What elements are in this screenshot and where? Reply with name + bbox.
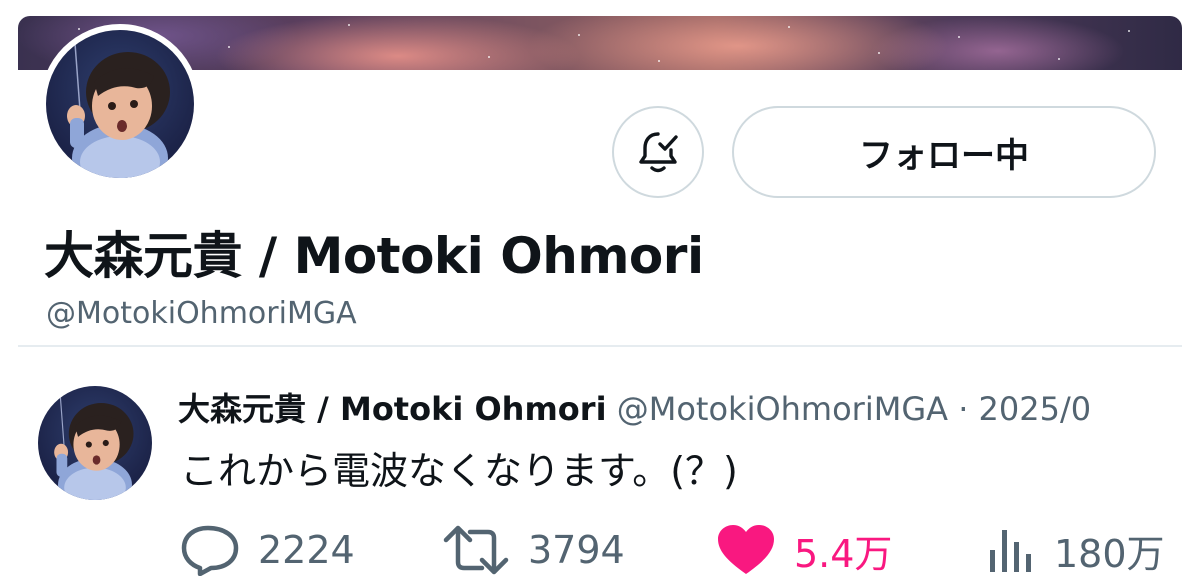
like-count: 5.4万: [794, 531, 893, 576]
views-button[interactable]: 180万: [984, 520, 1165, 580]
profile-avatar[interactable]: [40, 24, 200, 184]
retweet-count: 3794: [528, 528, 625, 572]
notification-bell-button[interactable]: [612, 106, 704, 198]
bell-check-icon: [639, 132, 678, 173]
like-button[interactable]: 5.4万: [716, 520, 892, 580]
analytics-bar-icon: [990, 530, 1031, 572]
tweet-author-name[interactable]: 大森元貴 / Motoki Ohmori: [178, 390, 607, 428]
heart-filled-icon: [718, 525, 774, 574]
reply-count: 2224: [258, 528, 355, 572]
following-button-label: フォロー中: [859, 135, 1029, 176]
tweet-text: これから電波なくなります。(？): [180, 449, 738, 493]
reply-button[interactable]: 2224: [180, 520, 355, 580]
section-divider: [18, 345, 1182, 347]
tweet-header: 大森元貴 / Motoki Ohmori @MotokiOhmoriMGA · …: [178, 384, 1182, 430]
profile-display-name: 大森元貴 / Motoki Ohmori: [44, 227, 704, 285]
tweet-author-meta[interactable]: @MotokiOhmoriMGA · 2025/0: [617, 390, 1091, 428]
tweet-actions: 2224 3794 5.4万 180万: [0, 520, 1200, 580]
profile-banner[interactable]: [18, 16, 1182, 70]
view-count: 180万: [1054, 531, 1165, 576]
reply-icon: [181, 525, 239, 576]
profile-handle: @MotokiOhmoriMGA: [46, 296, 357, 331]
tweet-author-avatar[interactable]: [38, 386, 152, 500]
retweet-button[interactable]: 3794: [442, 520, 625, 580]
following-button[interactable]: フォロー中: [732, 106, 1156, 198]
retweet-icon: [443, 525, 509, 575]
